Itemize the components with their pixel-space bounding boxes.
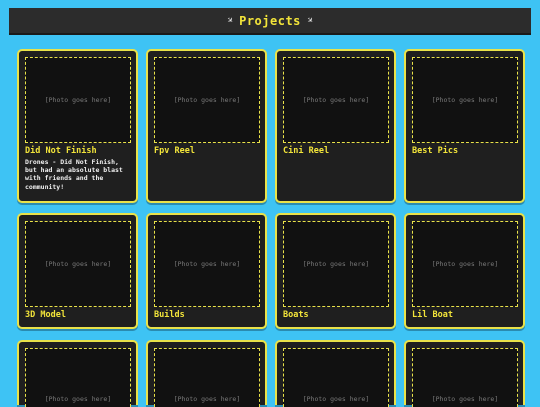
- page-title-container: ✈ Projects ✈: [223, 13, 317, 28]
- photo-placeholder: [Photo goes here]: [412, 348, 518, 407]
- photo-placeholder: [Photo goes here]: [283, 57, 389, 143]
- photo-placeholder-text: [Photo goes here]: [431, 96, 499, 104]
- project-card[interactable]: [Photo goes here]: [17, 340, 138, 407]
- project-card[interactable]: [Photo goes here] Best Pics: [404, 49, 525, 203]
- rocket-icon: ✈: [303, 14, 317, 27]
- project-title: Cini Reel: [283, 146, 330, 156]
- project-title: Fpv Reel: [154, 146, 195, 156]
- photo-placeholder-text: [Photo goes here]: [173, 260, 241, 268]
- project-card[interactable]: [Photo goes here] Lil Boat: [404, 213, 525, 329]
- project-title: Boats: [283, 310, 309, 320]
- project-card[interactable]: [Photo goes here] 3D Model: [17, 213, 138, 329]
- photo-placeholder-text: [Photo goes here]: [302, 260, 370, 268]
- photo-placeholder-text: [Photo goes here]: [173, 96, 241, 104]
- project-title: Lil Boat: [412, 310, 453, 320]
- rocket-icon: ✈: [223, 14, 237, 27]
- project-title: Best Pics: [412, 146, 459, 156]
- photo-placeholder: [Photo goes here]: [25, 221, 131, 307]
- photo-placeholder-text: [Photo goes here]: [44, 96, 112, 104]
- photo-placeholder-text: [Photo goes here]: [431, 395, 499, 403]
- project-description: Drones - Did Not Finish, but had an abso…: [25, 158, 123, 191]
- project-card[interactable]: [Photo goes here] Builds: [146, 213, 267, 329]
- photo-placeholder-text: [Photo goes here]: [44, 395, 112, 403]
- project-card[interactable]: [Photo goes here]: [404, 340, 525, 407]
- project-card[interactable]: [Photo goes here]: [275, 340, 396, 407]
- project-title: Did Not Finish: [25, 146, 97, 156]
- photo-placeholder: [Photo goes here]: [283, 221, 389, 307]
- project-card[interactable]: [Photo goes here] Did Not Finish Drones …: [17, 49, 138, 203]
- photo-placeholder: [Photo goes here]: [154, 57, 260, 143]
- page-header: ✈ Projects ✈: [9, 8, 531, 35]
- photo-placeholder: [Photo goes here]: [25, 348, 131, 407]
- photo-placeholder-text: [Photo goes here]: [302, 395, 370, 403]
- photo-placeholder: [Photo goes here]: [154, 348, 260, 407]
- project-title: Builds: [154, 310, 185, 320]
- photo-placeholder-text: [Photo goes here]: [173, 395, 241, 403]
- photo-placeholder-text: [Photo goes here]: [302, 96, 370, 104]
- photo-placeholder: [Photo goes here]: [412, 221, 518, 307]
- project-title: 3D Model: [25, 310, 66, 320]
- project-card[interactable]: [Photo goes here] Fpv Reel: [146, 49, 267, 203]
- photo-placeholder-text: [Photo goes here]: [44, 260, 112, 268]
- photo-placeholder: [Photo goes here]: [283, 348, 389, 407]
- page-title: Projects: [239, 13, 301, 28]
- photo-placeholder: [Photo goes here]: [412, 57, 518, 143]
- photo-placeholder: [Photo goes here]: [154, 221, 260, 307]
- photo-placeholder-text: [Photo goes here]: [431, 260, 499, 268]
- project-card[interactable]: [Photo goes here] Cini Reel: [275, 49, 396, 203]
- project-card[interactable]: [Photo goes here]: [146, 340, 267, 407]
- photo-placeholder: [Photo goes here]: [25, 57, 131, 143]
- project-card[interactable]: [Photo goes here] Boats: [275, 213, 396, 329]
